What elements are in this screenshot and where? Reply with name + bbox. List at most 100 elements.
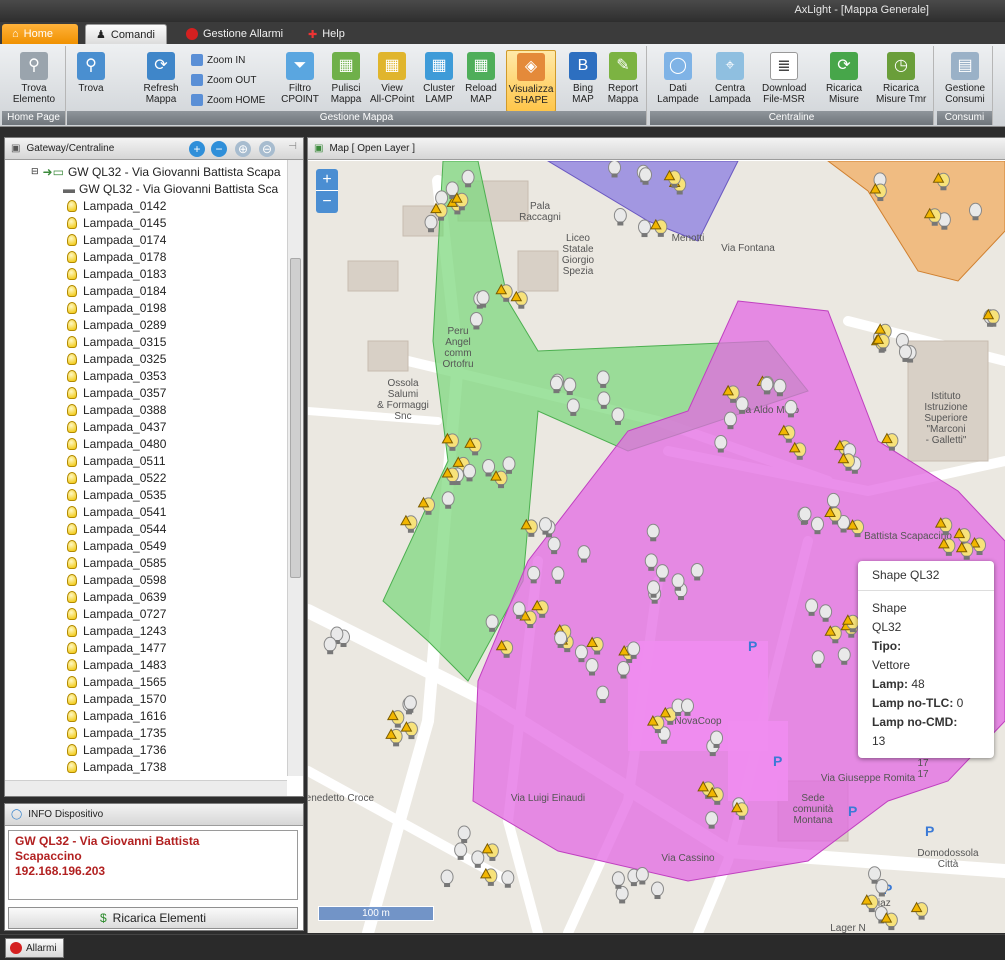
tree-lamp-item[interactable]: Lampada_0184 [67, 282, 166, 299]
tree-scroll-thumb[interactable] [290, 258, 301, 578]
tree-horizontal-scrollbar[interactable] [5, 780, 287, 796]
ricarica-elementi-button[interactable]: $ Ricarica Elementi [8, 907, 298, 929]
lamp-bulb-icon [67, 743, 77, 756]
collapse-all-icon[interactable]: − [211, 141, 227, 157]
lamp-marker-icon[interactable] [440, 869, 454, 888]
lamp-marker-icon[interactable] [510, 290, 528, 309]
tree-lamp-item[interactable]: Lampada_1483 [67, 656, 166, 673]
pin-icon[interactable]: ⊣ [288, 141, 297, 152]
lamp-marker-icon[interactable] [613, 207, 627, 226]
tree-lamp-item[interactable]: Lampada_0535 [67, 486, 166, 503]
tree-lamp-item[interactable]: Lampada_1616 [67, 707, 166, 724]
lamp-marker-icon[interactable] [910, 901, 929, 920]
lamp-marker-icon[interactable] [400, 721, 418, 740]
tree-lamp-item[interactable]: Lampada_0639 [67, 588, 166, 605]
bing-map-button[interactable]: B Bing MAP [561, 50, 605, 112]
filter-icon: ⏷ [286, 52, 314, 80]
zoom-home-button[interactable]: Zoom HOME [191, 94, 265, 106]
zoom-in-tree-icon[interactable]: ⊕ [235, 141, 251, 157]
tree-lamp-item[interactable]: Lampada_1243 [67, 622, 166, 639]
tree-lamp-item[interactable]: Lampada_0142 [67, 197, 166, 214]
tree-lamp-item[interactable]: Lampada_0388 [67, 401, 166, 418]
tree-lamp-item[interactable]: Lampada_0585 [67, 554, 166, 571]
lamp-marker-icon[interactable] [650, 881, 664, 900]
tree-lamp-item[interactable]: Lampada_0198 [67, 299, 166, 316]
tree-lamp-item[interactable]: Lampada_1736 [67, 741, 166, 758]
tree-lamp-item[interactable]: Lampada_0598 [67, 571, 166, 588]
tree-lamp-item[interactable]: Lampada_1735 [67, 724, 166, 741]
lamp-marker-icon[interactable] [615, 885, 629, 904]
tab-help[interactable]: ✚ Help [298, 24, 355, 44]
ricarica-misure-tmr-button[interactable]: ◷ Ricarica Misure Tmr [876, 50, 926, 112]
tree-lamp-item[interactable]: Lampada_1738 [67, 758, 166, 774]
report-mappa-button[interactable]: ✎ Report Mappa [601, 50, 645, 112]
allarmi-button[interactable]: Allarmi [5, 938, 64, 958]
expand-all-icon[interactable]: + [189, 141, 205, 157]
lamp-marker-icon[interactable] [385, 728, 403, 747]
tree-lamp-item[interactable]: Lampada_0145 [67, 214, 166, 231]
tree-lamp-item[interactable]: Lampada_0353 [67, 367, 166, 384]
tree-lamp-item[interactable]: Lampada_0549 [67, 537, 166, 554]
lamp-marker-icon[interactable] [386, 709, 405, 728]
refresh-mappa-button[interactable]: ⟳ Refresh Mappa [139, 50, 183, 112]
meter-icon: ▤ [951, 52, 979, 80]
ricarica-misure-button[interactable]: ⟳ Ricarica Misure [822, 50, 866, 112]
cluster-lamp-button[interactable]: ▦ Cluster LAMP [417, 50, 461, 112]
tree-lamp-item[interactable]: Lampada_1565 [67, 673, 166, 690]
tree-vertical-scrollbar[interactable] [287, 160, 303, 776]
lamp-marker-icon[interactable] [400, 514, 418, 533]
map-zoom-out-button[interactable]: − [316, 191, 338, 213]
tree-lamp-item[interactable]: Lampada_1570 [67, 690, 166, 707]
map-canvas[interactable]: Pala Raccagni Liceo Statale Giorgio Spezia Oss… [308, 161, 1005, 933]
tree-lamp-item[interactable]: Lampada_0315 [67, 333, 166, 350]
visualizza-shape-button[interactable]: ◈ Visualizza SHAPE [506, 50, 556, 112]
tree-lamp-item[interactable]: Lampada_0511 [67, 452, 166, 469]
tree-lamp-item[interactable]: Lampada_0522 [67, 469, 166, 486]
filtro-cpoint-button[interactable]: ⏷ Filtro CPOINT [278, 50, 322, 112]
lamp-marker-icon[interactable] [860, 894, 879, 913]
tree-lamp-item[interactable]: Lampada_0437 [67, 418, 166, 435]
collapse-node-icon[interactable]: ⊟ [31, 166, 39, 177]
dati-lampade-button[interactable]: ◯ Dati Lampade [656, 50, 700, 112]
tree-root[interactable]: ⊟ ➜▭ GW QL32 - Via Giovanni Battista Sca… [31, 163, 281, 180]
tree-lamp-item[interactable]: Lampada_0727 [67, 605, 166, 622]
pulisci-mappa-button[interactable]: ▦ Pulisci Mappa [324, 50, 368, 112]
lamp-marker-icon[interactable] [501, 870, 515, 888]
tree-lamp-item[interactable]: Lampada_0178 [67, 248, 166, 265]
map-zoom-in-button[interactable]: + [316, 169, 338, 191]
centra-lampada-button[interactable]: ⌖ Centra Lampada [708, 50, 752, 112]
trova-button[interactable]: ⚲ Trova [69, 50, 113, 112]
trova-elemento-button[interactable]: ⚲ Trova Elemento [12, 50, 56, 112]
tree-lamp-item[interactable]: Lampada_0174 [67, 231, 166, 248]
tree-lamp-item[interactable]: Lampada_0289 [67, 316, 166, 333]
view-all-cpoint-button[interactable]: ▦ View All-CPoint [370, 50, 414, 112]
lamp-marker-icon[interactable] [635, 866, 649, 885]
zoom-in-icon [191, 54, 203, 66]
zoom-out-button[interactable]: Zoom OUT [191, 74, 256, 86]
lamp-marker-icon[interactable] [323, 636, 337, 655]
map-layer[interactable]: Pala RaccagniLiceo Statale Giorgio SpeziaOss… [308, 161, 1005, 933]
reload-map-button[interactable]: ▦ Reload MAP [459, 50, 503, 112]
lamp-marker-icon[interactable] [638, 219, 652, 238]
tree-lamp-item[interactable]: Lampada_0480 [67, 435, 166, 452]
download-file-msr-button[interactable]: ≣ Download File-MSR [762, 50, 806, 112]
lamp-marker-icon[interactable] [457, 825, 471, 844]
zoom-in-button[interactable]: Zoom IN [191, 54, 245, 66]
tab-home[interactable]: ⌂ Home [2, 24, 78, 44]
tree-lamp-item[interactable]: Lampada_0544 [67, 520, 166, 537]
tab-comandi[interactable]: ♟ Comandi [85, 24, 167, 44]
gateway-tree: ⊟ ➜▭ GW QL32 - Via Giovanni Battista Sca… [5, 160, 287, 774]
lamp-marker-icon[interactable] [481, 842, 499, 861]
tree-lamp-item[interactable]: Lampada_0541 [67, 503, 166, 520]
gestione-consumi-button[interactable]: ▤ Gestione Consumi [941, 50, 989, 112]
map-label-via_bs: Battista Scapaccino [864, 531, 952, 542]
tree-lamp-item[interactable]: Lampada_0357 [67, 384, 166, 401]
tab-gestione-allarmi[interactable]: Gestione Allarmi [176, 24, 293, 44]
tree-lamp-item[interactable]: Lampada_0325 [67, 350, 166, 367]
tree-gateway-child[interactable]: ▬ GW QL32 - Via Giovanni Battista Sca [63, 180, 278, 197]
zoom-out-tree-icon[interactable]: ⊖ [259, 141, 275, 157]
tree-lamp-item[interactable]: Lampada_1477 [67, 639, 166, 656]
tree-lamp-item[interactable]: Lampada_0183 [67, 265, 166, 282]
tab-help-label: Help [322, 28, 345, 40]
info-panel-header: ◯ INFO Dispositivo [5, 804, 303, 826]
